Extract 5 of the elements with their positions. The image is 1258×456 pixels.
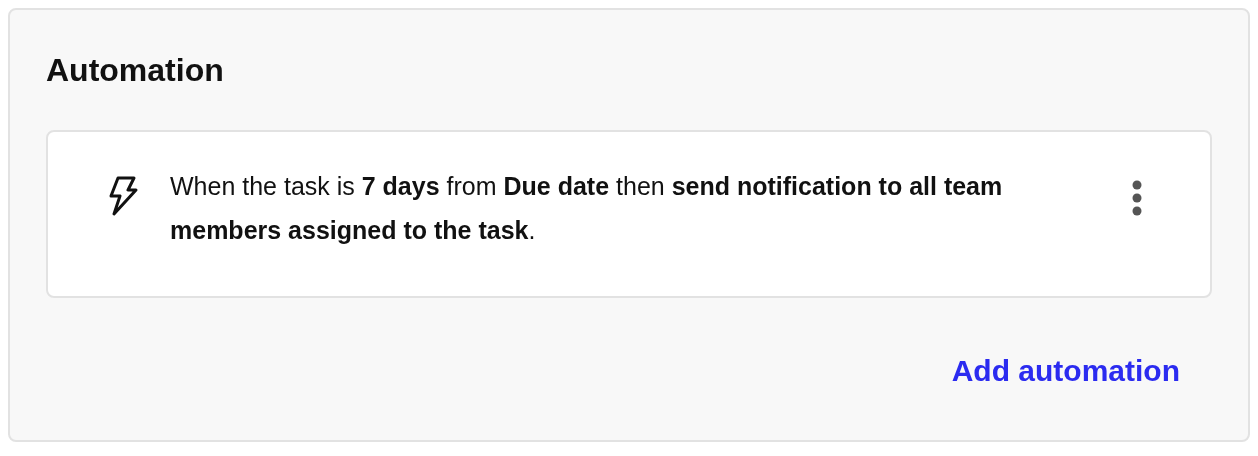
more-vertical-icon xyxy=(1132,180,1142,216)
lightning-icon xyxy=(108,176,138,216)
automation-rule: When the task is 7 days from Due date then send notification to all team members assigned to the task. xyxy=(170,171,1004,246)
panel-title: Automation xyxy=(46,51,224,90)
add-automation-link[interactable]: Add automation xyxy=(951,348,1180,393)
